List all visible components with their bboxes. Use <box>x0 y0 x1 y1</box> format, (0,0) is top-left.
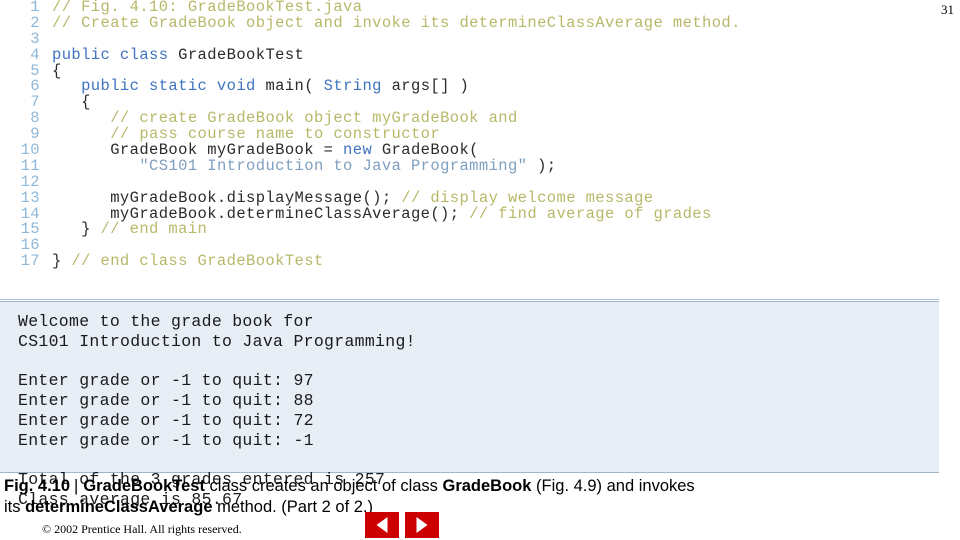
caption-text-5: its <box>4 498 26 516</box>
code-token: // find average of grades <box>469 204 712 223</box>
code-line: 2 // Create GradeBook object and invoke i… <box>0 13 939 32</box>
copyright-notice: © 2002 Prentice Hall. All rights reserve… <box>42 522 242 536</box>
code-line-number: 4 <box>30 45 40 64</box>
code-token: String <box>323 77 392 96</box>
code-line: 17} // end class GradeBookTest <box>0 252 939 271</box>
code-token: // end main <box>100 220 208 239</box>
code-line-number: 17 <box>20 252 40 271</box>
code-token: public static void <box>81 77 266 96</box>
console-line: Enter grade or -1 to quit: -1 <box>18 430 314 450</box>
caption-figure-label: Fig. 4.10 <box>4 477 71 495</box>
code-listing: 1// Fig. 4.10: GradeBookTest.java 2// Cre… <box>0 0 939 300</box>
code-line-number: 7 <box>30 93 40 112</box>
code-line: 11 "CS101 Introduction to Java Programmi… <box>0 156 939 175</box>
arrow-right-icon <box>416 517 428 533</box>
figure-caption: Fig. 4.10 | GradeBookTest class creates an… <box>4 476 934 518</box>
console-line: Enter grade or -1 to quit: 97 <box>18 371 314 391</box>
code-token: public class <box>52 45 179 64</box>
code-line: 15 } // end main <box>0 222 939 238</box>
console-line: Welcome to the grade book for <box>18 312 314 331</box>
arrow-left-icon <box>376 517 388 533</box>
code-line-number: 1 <box>30 0 40 16</box>
code-line: 6 public static void main( String args[]… <box>0 79 939 95</box>
caption-class-name-2: GradeBook <box>442 477 532 495</box>
caption-text-4: (Fig. 4.9) and invokes <box>531 477 695 495</box>
console-line: Enter grade or -1 to quit: 88 <box>18 391 314 411</box>
code-token: args[] ) <box>391 77 470 96</box>
code-token: GradeBookTest <box>178 45 305 64</box>
slide-number: 31 <box>941 2 954 17</box>
next-slide-button[interactable] <box>405 512 439 538</box>
slide: 31 1// Fig. 4.10: GradeBookTest.java 2// … <box>0 0 960 540</box>
code-token: ); <box>527 156 557 175</box>
code-line: 4 public class GradeBookTest <box>0 45 939 64</box>
code-token: // end class GradeBookTest <box>71 252 324 271</box>
code-token: main( <box>265 77 324 96</box>
caption-separator: | <box>74 477 79 495</box>
console-line: CS101 Introduction to Java Programming! <box>18 331 416 351</box>
console-output: Welcome to the grade book for CS101 Intro… <box>0 301 939 509</box>
caption-text-7: method. (Part 2 of 2.) <box>212 498 373 516</box>
code-token: "CS101 Introduction to Java Programming" <box>139 156 528 175</box>
code-token: // Create GradeBook object and invoke it… <box>52 13 741 32</box>
previous-slide-button[interactable] <box>365 512 399 538</box>
code-line-number: 5 <box>30 61 40 80</box>
code-line-number: 2 <box>30 13 40 32</box>
caption-text-2: class creates an object of class <box>204 477 443 495</box>
code-token: } <box>52 220 101 239</box>
code-lines-container: 1// Fig. 4.10: GradeBookTest.java 2// Cre… <box>0 0 939 270</box>
code-token: } <box>52 252 72 271</box>
code-line-number: 3 <box>30 29 40 48</box>
code-line-number: 8 <box>30 109 40 128</box>
caption-method-name: determineClassAverage <box>25 498 213 516</box>
console-line: Enter grade or -1 to quit: 72 <box>18 410 314 430</box>
code-line-number: 6 <box>30 77 40 96</box>
slide-navigation <box>365 512 441 538</box>
caption-class-name-1: GradeBookTest <box>83 477 205 495</box>
